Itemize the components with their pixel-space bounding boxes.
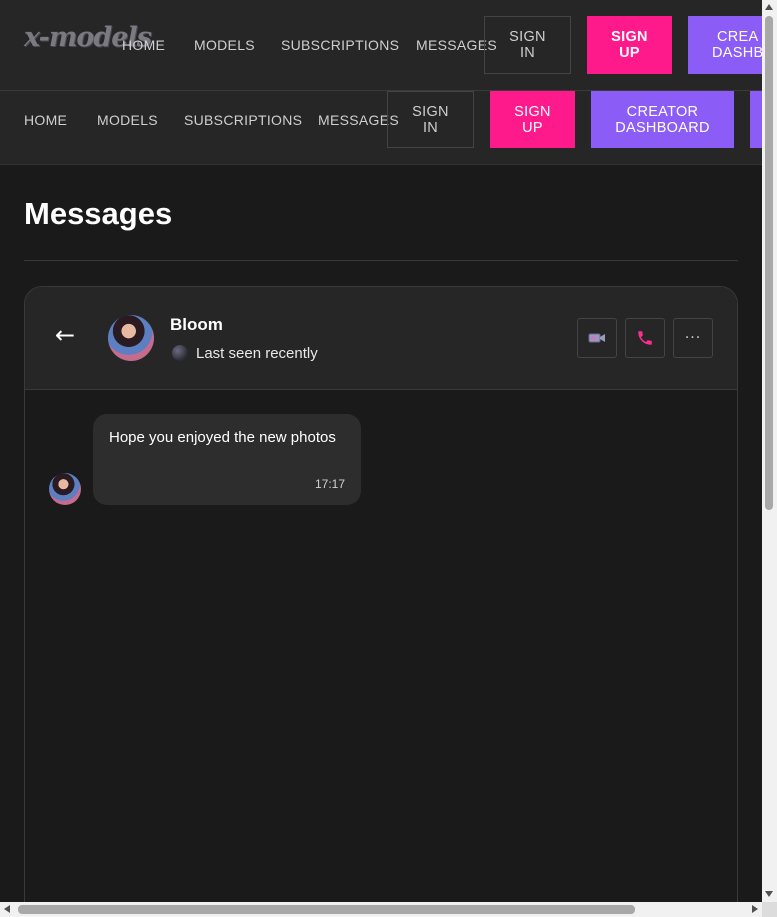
nav-subscriptions[interactable]: SUBSCRIPTIONS	[281, 37, 399, 53]
viewport: x-models HOME MODELS SUBSCRIPTIONS MESSA…	[0, 0, 762, 902]
status-indicator-icon	[172, 345, 188, 361]
subnav-models[interactable]: MODELS	[97, 112, 158, 128]
nav-models[interactable]: MODELS	[194, 37, 255, 53]
subnav-sign-in-button[interactable]: SIGN IN	[387, 91, 474, 148]
subnav-subscriptions[interactable]: SUBSCRIPTIONS	[184, 112, 302, 128]
chat-header: ← Bloom Last seen recently ···	[25, 287, 737, 390]
scroll-right-arrow-icon[interactable]	[752, 905, 758, 913]
scroll-left-arrow-icon[interactable]	[4, 905, 10, 913]
page-title: Messages	[24, 196, 173, 231]
message-timestamp: 17:17	[314, 477, 345, 491]
contact-name[interactable]: Bloom	[170, 315, 223, 335]
video-camera-icon	[588, 333, 605, 343]
subnav-extra-button[interactable]	[750, 91, 762, 148]
vertical-scroll-thumb[interactable]	[765, 16, 773, 510]
top-header: x-models HOME MODELS SUBSCRIPTIONS MESSA…	[0, 0, 762, 90]
nav-home[interactable]: HOME	[122, 37, 165, 53]
scroll-down-arrow-icon[interactable]	[765, 891, 773, 897]
voice-call-button[interactable]	[625, 318, 665, 358]
chat-panel: ← Bloom Last seen recently ··· Hope you …	[24, 286, 738, 902]
title-divider	[24, 260, 738, 261]
back-arrow-icon[interactable]: ←	[55, 323, 75, 347]
scroll-up-arrow-icon[interactable]	[765, 4, 773, 10]
creator-dashboard-button[interactable]: CREA DASHB	[688, 16, 762, 74]
message-text: Hope you enjoyed the new photos	[109, 429, 336, 446]
video-call-button[interactable]	[577, 318, 617, 358]
subnav-sign-up-button[interactable]: SIGN UP	[490, 91, 575, 148]
message-sender-avatar[interactable]	[49, 473, 81, 505]
more-options-button[interactable]: ···	[673, 318, 713, 358]
subnav-creator-dashboard-button[interactable]: CREATOR DASHBOARD	[591, 91, 734, 148]
contact-status: Last seen recently	[196, 345, 318, 362]
message-bubble[interactable]: Hope you enjoyed the new photos 17:17	[93, 414, 361, 505]
subnav-home[interactable]: HOME	[24, 112, 67, 128]
secondary-nav: HOME MODELS SUBSCRIPTIONS MESSAGES SIGN …	[0, 90, 762, 165]
contact-avatar[interactable]	[108, 315, 154, 361]
more-dots-icon: ···	[684, 330, 702, 346]
scrollbar-corner	[762, 902, 777, 917]
horizontal-scroll-thumb[interactable]	[18, 905, 635, 914]
phone-icon	[638, 331, 652, 345]
sign-up-button[interactable]: SIGN UP	[587, 16, 672, 74]
sign-in-button[interactable]: SIGN IN	[484, 16, 571, 74]
